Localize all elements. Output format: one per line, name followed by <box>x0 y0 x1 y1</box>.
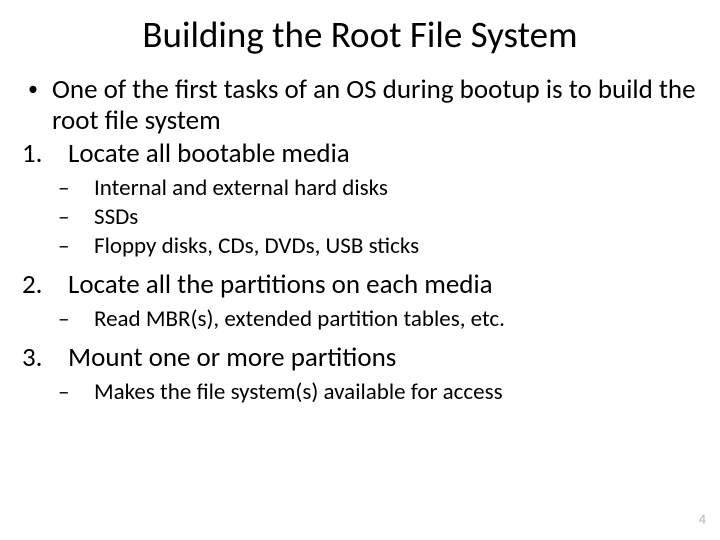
slide-title: Building the Root File System <box>0 12 720 57</box>
step-2-number: 2. <box>22 269 68 301</box>
dash-icon: – <box>54 378 94 407</box>
step-1-sub-2: – SSDs <box>54 203 698 232</box>
page-number: 4 <box>699 511 706 528</box>
step-1: 1. Locate all bootable media <box>22 138 698 170</box>
slide-body: • One of the first tasks of an OS during… <box>22 74 698 407</box>
step-3-text: Mount one or more partitions <box>68 342 698 374</box>
dash-icon: – <box>54 203 94 232</box>
step-1-sub-2-text: SSDs <box>94 203 698 232</box>
step-2-sub-1: – Read MBR(s), extended partition tables… <box>54 305 698 334</box>
step-3-sub-1-text: Makes the file system(s) available for a… <box>94 378 698 407</box>
slide: Building the Root File System • One of t… <box>0 0 720 540</box>
step-1-sub-3: – Floppy disks, CDs, DVDs, USB sticks <box>54 232 698 261</box>
step-2: 2. Locate all the partitions on each med… <box>22 269 698 301</box>
bullet-dot-icon: • <box>22 74 52 104</box>
step-1-text: Locate all bootable media <box>68 138 698 170</box>
intro-text: One of the first tasks of an OS during b… <box>52 74 698 136</box>
step-1-sub-1-text: Internal and external hard disks <box>94 174 698 203</box>
step-1-number: 1. <box>22 138 68 170</box>
step-3-number: 3. <box>22 342 68 374</box>
step-3: 3. Mount one or more partitions <box>22 342 698 374</box>
step-3-sub-1: – Makes the file system(s) available for… <box>54 378 698 407</box>
step-1-sub-3-text: Floppy disks, CDs, DVDs, USB sticks <box>94 232 698 261</box>
step-2-text: Locate all the partitions on each media <box>68 269 698 301</box>
intro-bullet: • One of the first tasks of an OS during… <box>22 74 698 136</box>
dash-icon: – <box>54 174 94 203</box>
dash-icon: – <box>54 232 94 261</box>
step-1-sub-1: – Internal and external hard disks <box>54 174 698 203</box>
dash-icon: – <box>54 305 94 334</box>
step-2-sub-1-text: Read MBR(s), extended partition tables, … <box>94 305 698 334</box>
